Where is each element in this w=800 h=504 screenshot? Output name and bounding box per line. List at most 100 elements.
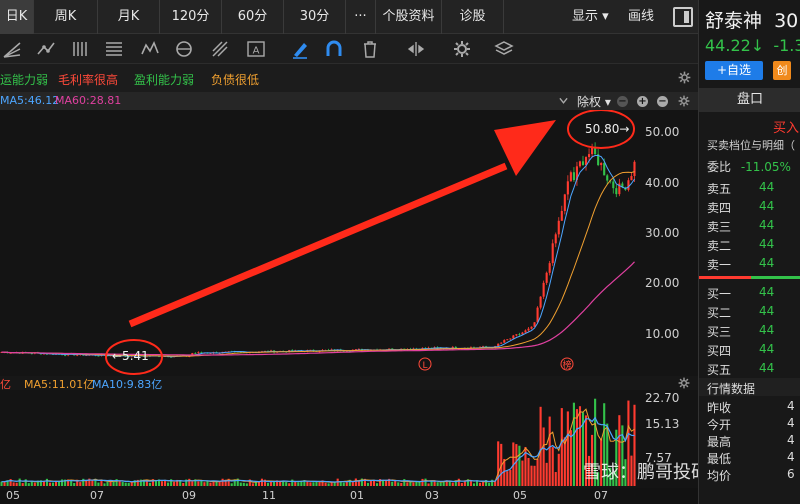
volume-bar	[173, 482, 176, 486]
bid-price: 44	[759, 323, 775, 337]
volume-bar	[506, 471, 509, 486]
volume-bar	[327, 483, 330, 486]
trend-arrow-shaft	[128, 162, 508, 328]
volume-bar	[191, 481, 194, 486]
event-marker-bang-text: 榜	[562, 359, 571, 371]
tab-60min[interactable]: 60分	[222, 0, 284, 34]
date-tick-4: 01	[350, 489, 364, 502]
collapse-chevron-icon[interactable]	[559, 97, 568, 105]
volume-bar	[551, 447, 554, 486]
fan-line-icon[interactable]	[2, 39, 22, 59]
low-price-label: ←5.41	[112, 349, 149, 363]
quote-row: 最低 4	[707, 450, 797, 467]
ask-row[interactable]: 卖四 44	[707, 199, 797, 216]
layers-icon[interactable]	[494, 39, 514, 59]
tab-order-book[interactable]: 盘口	[699, 88, 800, 112]
volume-bar	[406, 482, 409, 486]
pitchfork-icon[interactable]	[210, 39, 230, 59]
settings-gear-icon[interactable]	[452, 39, 472, 59]
candle-body	[506, 339, 509, 341]
split-icon[interactable]	[406, 39, 426, 59]
panel-toggle-icon[interactable]	[673, 7, 693, 27]
tab-120min[interactable]: 120分	[160, 0, 222, 34]
volume-bar	[324, 482, 327, 486]
kline-chart[interactable]: 50.00 40.00 30.00 20.00 10.00 50.80→ ←5.…	[0, 110, 698, 376]
cycle-icon[interactable]	[174, 39, 194, 59]
candle-body	[612, 181, 615, 189]
ma60-line	[1, 261, 635, 356]
date-axis: 05 07 09 11 01 03 05 07	[0, 488, 698, 504]
volume-bar	[45, 478, 49, 486]
fibonacci-icon[interactable]	[104, 39, 124, 59]
zoom-out-icon[interactable]: −	[617, 96, 628, 107]
candle-body	[515, 334, 518, 336]
volume-bar	[239, 482, 242, 486]
tab-day-k[interactable]: 日K	[0, 0, 34, 34]
indicator-settings-icon[interactable]	[678, 71, 691, 84]
ma-legend-row: MA5:46.12 MA60:28.81 除权 ▾ − + −	[0, 92, 698, 110]
tab-week-k[interactable]: 周K	[34, 0, 98, 34]
bid-row[interactable]: 买五 44	[707, 361, 797, 378]
volume-bar	[342, 482, 345, 486]
chart-settings-icon[interactable]	[678, 95, 690, 107]
volume-bar	[242, 482, 245, 486]
ma60-label: MA60:28.81	[55, 94, 122, 107]
trash-icon[interactable]	[360, 39, 380, 59]
volume-bar	[269, 481, 273, 486]
polyline-icon[interactable]	[36, 39, 56, 59]
ask-price: 44	[759, 180, 775, 194]
candle-body	[500, 342, 503, 344]
candle-body	[587, 154, 591, 158]
volume-bar	[545, 462, 548, 486]
order-detail-header: 买卖档位与明细（	[707, 139, 795, 152]
tab-month-k[interactable]: 月K	[98, 0, 160, 34]
bid-row[interactable]: 买二 44	[707, 304, 797, 321]
volume-chart[interactable]: 22.70 15.13 7.57 雪球：鹏哥投研	[0, 390, 698, 488]
volume-bar	[478, 482, 482, 486]
ask-row[interactable]: 卖五 44	[707, 180, 797, 197]
volume-bar	[539, 406, 542, 486]
buy-in-button[interactable]: 买入	[773, 117, 799, 136]
create-button[interactable]: 创	[773, 61, 791, 80]
minimize-icon[interactable]: −	[657, 96, 668, 107]
parallel-lines-icon[interactable]	[70, 39, 90, 59]
bid-price: 44	[759, 304, 775, 318]
volume-bar	[182, 482, 185, 486]
bid-label: 买四	[707, 344, 732, 358]
ask-row[interactable]: 卖三 44	[707, 218, 797, 235]
wave-icon[interactable]	[140, 39, 160, 59]
candle-body	[581, 161, 585, 166]
tab-stock-profile[interactable]: 个股资料	[376, 0, 442, 34]
text-tool-icon[interactable]: A	[246, 39, 266, 59]
volume-bar	[533, 465, 536, 486]
quote-label: 最低	[707, 452, 732, 466]
ma5-line	[1, 155, 635, 358]
pen-icon[interactable]	[290, 39, 310, 59]
tab-30min[interactable]: 30分	[284, 0, 346, 34]
price-tick-50: 50.00	[645, 125, 679, 139]
volume-bar	[124, 482, 127, 486]
ask-row[interactable]: 卖一 44	[707, 256, 797, 273]
display-dropdown[interactable]: 显示 ▾	[572, 0, 609, 34]
volume-bar	[12, 482, 15, 486]
bid-row[interactable]: 买三 44	[707, 323, 797, 340]
volume-settings-icon[interactable]	[678, 377, 690, 389]
price-tick-30: 30.00	[645, 226, 679, 240]
bid-row[interactable]: 买四 44	[707, 342, 797, 359]
tab-more[interactable]: ···	[346, 0, 376, 34]
volume-bar	[518, 445, 521, 486]
draw-line-button[interactable]: 画线	[628, 0, 654, 34]
ask-row[interactable]: 卖二 44	[707, 237, 797, 254]
candle-body	[542, 282, 545, 297]
candle-body	[606, 175, 609, 181]
volume-bar	[106, 481, 109, 486]
tab-diagnose[interactable]: 诊股	[442, 0, 504, 34]
zoom-in-icon[interactable]: +	[637, 96, 648, 107]
volume-bar	[257, 482, 261, 486]
ex-right-dropdown[interactable]: 除权 ▾	[577, 93, 611, 110]
add-watchlist-button[interactable]: +自选	[705, 61, 763, 80]
magnet-icon[interactable]	[324, 39, 344, 59]
volume-bar	[515, 444, 518, 486]
candle-body	[354, 349, 357, 350]
bid-row[interactable]: 买一 44	[707, 285, 797, 302]
